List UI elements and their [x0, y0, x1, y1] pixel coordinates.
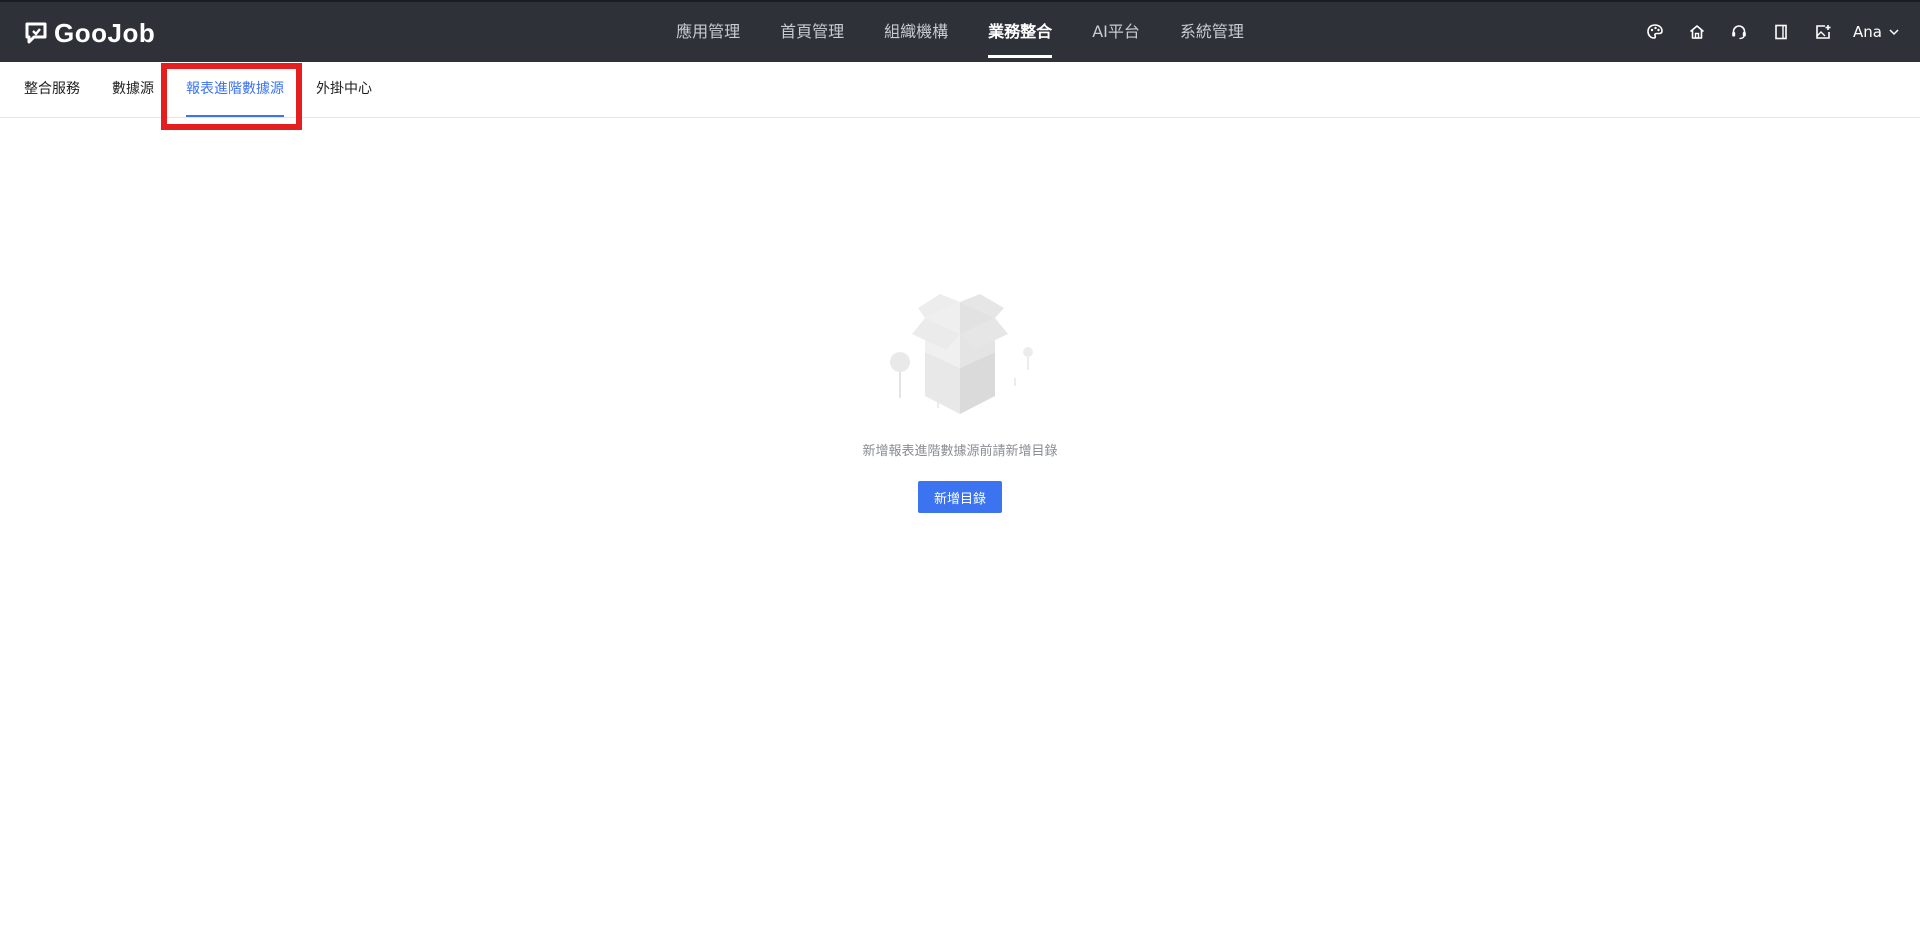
empty-state-message: 新增報表進階數據源前請新增目錄 [862, 444, 1058, 459]
book-icon[interactable] [1769, 20, 1793, 44]
tab-data-source[interactable]: 數據源 [112, 62, 154, 118]
tab-integration-services[interactable]: 整合服務 [24, 62, 80, 118]
palette-icon[interactable] [1643, 20, 1667, 44]
empty-box-illustration-icon [890, 294, 1033, 414]
top-right-actions: Ana [1625, 2, 1900, 62]
logo-text: GooJob [54, 17, 156, 48]
tab-plugin-center[interactable]: 外掛中心 [316, 62, 372, 118]
user-menu[interactable]: Ana [1853, 23, 1900, 41]
sub-tab-bar: 整合服務 數據源 報表進階數據源 外掛中心 [0, 62, 1920, 118]
home-icon[interactable] [1685, 20, 1709, 44]
nav-item-homepage-management[interactable]: 首頁管理 [760, 2, 864, 62]
headset-icon[interactable] [1727, 20, 1751, 44]
user-name: Ana [1853, 23, 1882, 41]
nav-item-app-management[interactable]: 應用管理 [656, 2, 760, 62]
nav-item-ai-platform[interactable]: AI平台 [1072, 2, 1160, 62]
nav-item-organization[interactable]: 組織機構 [864, 2, 968, 62]
chat-bubble-logo-icon [25, 22, 47, 44]
goojob-logo[interactable]: GooJob [24, 18, 155, 48]
image-add-icon[interactable] [1811, 20, 1835, 44]
chevron-down-icon [1889, 29, 1899, 36]
tab-report-advanced-data-source[interactable]: 報表進階數據源 [186, 62, 284, 118]
nav-item-business-integration[interactable]: 業務整合 [968, 2, 1072, 62]
empty-state: 新增報表進階數據源前請新增目錄 新增目錄 [0, 290, 1920, 513]
top-navigation-bar: GooJob 應用管理 首頁管理 組織機構 業務整合 AI平台 系統管理 Ana [0, 0, 1920, 62]
nav-item-system-management[interactable]: 系統管理 [1160, 2, 1264, 62]
add-directory-button[interactable]: 新增目錄 [917, 481, 1002, 513]
